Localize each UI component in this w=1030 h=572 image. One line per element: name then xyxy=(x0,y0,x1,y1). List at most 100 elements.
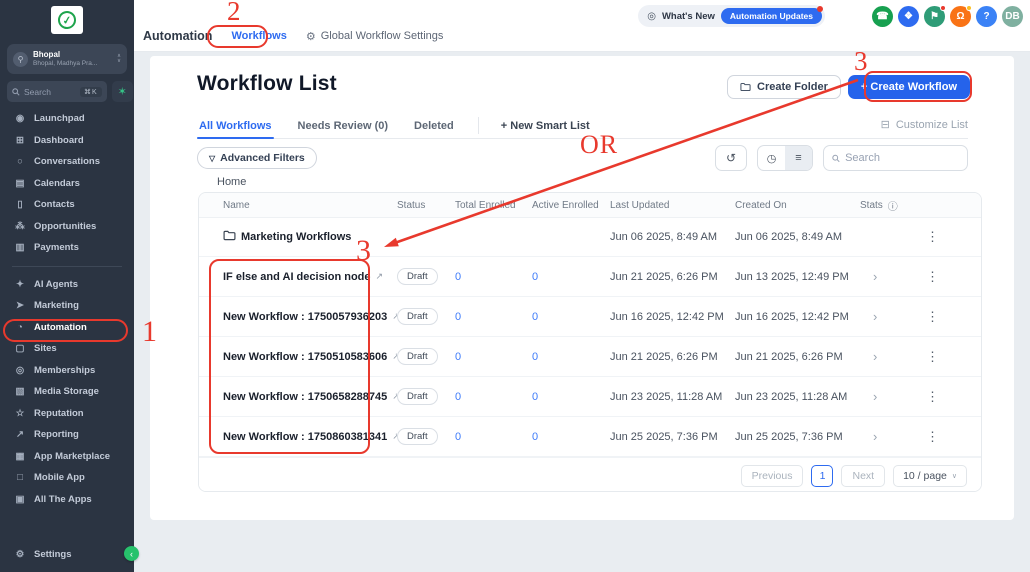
sidebar-item-contacts[interactable]: ▯Contacts xyxy=(0,194,134,216)
sparkle-plus-icon[interactable]: ✶ xyxy=(112,81,133,102)
location-detail: Bhopal, Madhya Pra... xyxy=(33,60,112,68)
active-enrolled-cell[interactable]: 0 xyxy=(532,351,610,363)
sidebar-collapse-button[interactable]: ‹ xyxy=(124,546,139,561)
automation-updates-badge[interactable]: Automation Updates xyxy=(721,8,822,24)
sidebar-item-calendars[interactable]: ▤Calendars xyxy=(0,173,134,195)
sidebar-item-marketing[interactable]: ➤Marketing xyxy=(0,295,134,317)
phone-icon-button[interactable]: ☎ xyxy=(872,6,893,27)
whats-new-pill[interactable]: ◎ What's New Automation Updates xyxy=(638,5,825,27)
total-enrolled-cell[interactable]: 0 xyxy=(455,351,532,363)
kebab-menu-icon[interactable]: ⋮ xyxy=(920,429,939,445)
sidebar-item-settings[interactable]: ⚙Settings xyxy=(0,544,134,566)
name-cell[interactable]: New Workflow : 1750057936203↗ xyxy=(199,311,397,323)
table-row[interactable]: New Workflow : 1750658288745↗Draft00Jun … xyxy=(199,377,981,417)
kebab-menu-icon[interactable]: ⋮ xyxy=(920,229,939,245)
chevron-right-icon[interactable]: › xyxy=(860,349,877,364)
kebab-menu-icon[interactable]: ⋮ xyxy=(920,269,939,285)
filter-funnel-icon: ▽ xyxy=(209,154,215,163)
customize-list-button[interactable]: ⊟ Customize List xyxy=(881,118,968,131)
sidebar-item-ai-agents[interactable]: ✦AI Agents xyxy=(0,274,134,296)
created-on-cell: Jun 13 2025, 12:49 PM xyxy=(735,271,860,283)
sidebar-item-payments[interactable]: ▥Payments xyxy=(0,237,134,259)
ai-agents-icon: ✦ xyxy=(14,279,26,290)
announcements-icon-button[interactable]: ⚑ xyxy=(924,6,945,27)
advanced-filters-button[interactable]: ▽ Advanced Filters xyxy=(197,147,317,169)
location-switcher[interactable]: ⚲ Bhopal Bhopal, Madhya Pra... ∧∨ xyxy=(7,44,127,74)
sidebar-item-launchpad[interactable]: ◉Launchpad xyxy=(0,108,134,130)
sidebar-item-all-the-apps[interactable]: ▣All The Apps xyxy=(0,489,134,511)
sidebar-item-opportunities[interactable]: ⁂Opportunities xyxy=(0,216,134,238)
tab-deleted[interactable]: Deleted xyxy=(412,113,456,138)
sidebar-item-dashboard[interactable]: ⊞Dashboard xyxy=(0,130,134,152)
sidebar-item-app-marketplace[interactable]: ▦App Marketplace xyxy=(0,446,134,468)
total-enrolled-cell[interactable]: 0 xyxy=(455,271,532,283)
row-menu-cell: ⋮ xyxy=(920,429,981,445)
sidebar-item-memberships[interactable]: ◎Memberships xyxy=(0,360,134,382)
name-cell[interactable]: New Workflow : 1750510583606↗ xyxy=(199,351,397,363)
sidebar-item-automation[interactable]: ◔Automation xyxy=(0,317,134,339)
table-search-input[interactable] xyxy=(845,152,959,164)
next-page-button[interactable]: Next xyxy=(841,465,885,487)
kebab-menu-icon[interactable]: ⋮ xyxy=(920,309,939,325)
topbar: ◎ What's New Automation Updates ☎❖⚑Ω?DB … xyxy=(134,0,1030,52)
sidebar-item-reputation[interactable]: ☆Reputation xyxy=(0,403,134,425)
previous-page-button[interactable]: Previous xyxy=(741,465,804,487)
app-logo[interactable]: ✓ xyxy=(51,6,83,34)
name-cell[interactable]: Marketing Workflows xyxy=(199,230,397,244)
column-label: Active Enrolled xyxy=(532,200,599,211)
sidebar-item-mobile-app[interactable]: □Mobile App xyxy=(0,467,134,489)
total-enrolled-cell[interactable]: 0 xyxy=(455,431,532,443)
sidebar-item-media-storage[interactable]: ▧Media Storage xyxy=(0,381,134,403)
sidebar-item-reporting[interactable]: ↗Reporting xyxy=(0,424,134,446)
connect-icon-button[interactable]: ❖ xyxy=(898,6,919,27)
page-size-select[interactable]: 10 / page ∨ xyxy=(893,465,967,487)
table-row[interactable]: New Workflow : 1750860381341↗Draft00Jun … xyxy=(199,417,981,457)
created-on-cell: Jun 06 2025, 8:49 AM xyxy=(735,231,860,243)
chevron-right-icon[interactable]: › xyxy=(860,389,877,404)
workflow-name: New Workflow : 1750860381341 xyxy=(223,431,387,443)
table-row[interactable]: New Workflow : 1750057936203↗Draft00Jun … xyxy=(199,297,981,337)
create-folder-button[interactable]: Create Folder xyxy=(727,75,841,99)
avatar[interactable]: DB xyxy=(1002,6,1023,27)
tab-needs-review-0[interactable]: Needs Review (0) xyxy=(296,113,390,138)
active-enrolled-cell[interactable]: 0 xyxy=(532,311,610,323)
created-on-cell: Jun 25 2025, 7:36 PM xyxy=(735,431,860,443)
create-workflow-button[interactable]: + Create Workflow xyxy=(848,75,970,99)
folder-row[interactable]: Marketing WorkflowsJun 06 2025, 8:49 AMJ… xyxy=(199,218,981,257)
table-header: NameStatusTotal EnrolledActive EnrolledL… xyxy=(199,193,981,218)
new-smart-list-button[interactable]: + New Smart List xyxy=(501,113,590,138)
global-workflow-settings-link[interactable]: ⚙ Global Workflow Settings xyxy=(306,30,444,43)
sidebar-search[interactable]: ⌘K xyxy=(7,81,107,102)
active-enrolled-cell[interactable]: 0 xyxy=(532,391,610,403)
tab-workflows[interactable]: Workflows xyxy=(231,30,286,42)
timeline-view-button[interactable]: ◷ xyxy=(758,146,785,170)
page-number-button[interactable]: 1 xyxy=(811,465,833,487)
active-enrolled-cell[interactable]: 0 xyxy=(532,431,610,443)
name-cell[interactable]: IF else and AI decision node↗ xyxy=(199,271,397,283)
name-cell[interactable]: New Workflow : 1750658288745↗ xyxy=(199,391,397,403)
chevron-right-icon[interactable]: › xyxy=(860,429,877,444)
active-enrolled-cell[interactable]: 0 xyxy=(532,271,610,283)
kebab-menu-icon[interactable]: ⋮ xyxy=(920,349,939,365)
table-row[interactable]: IF else and AI decision node↗Draft00Jun … xyxy=(199,257,981,297)
chevron-right-icon[interactable]: › xyxy=(860,269,877,284)
tab-all-workflows[interactable]: All Workflows xyxy=(197,113,274,138)
history-button[interactable]: ↺ xyxy=(715,145,747,171)
total-enrolled-cell[interactable]: 0 xyxy=(455,311,532,323)
help-icon-button[interactable]: ? xyxy=(976,6,997,27)
table-row[interactable]: New Workflow : 1750510583606↗Draft00Jun … xyxy=(199,337,981,377)
total-enrolled-cell[interactable]: 0 xyxy=(455,391,532,403)
kebab-menu-icon[interactable]: ⋮ xyxy=(920,389,939,405)
list-view-button[interactable]: ≡ xyxy=(785,146,812,170)
workflow-table: NameStatusTotal EnrolledActive EnrolledL… xyxy=(198,192,982,492)
sidebar-item-conversations[interactable]: ○Conversations xyxy=(0,151,134,173)
marketing-icon: ➤ xyxy=(14,300,26,311)
chevron-right-icon[interactable]: › xyxy=(860,309,877,324)
sidebar-item-sites[interactable]: ▢Sites xyxy=(0,338,134,360)
sidebar-search-input[interactable] xyxy=(24,87,76,97)
table-search[interactable] xyxy=(823,145,968,171)
notifications-icon-button[interactable]: Ω xyxy=(950,6,971,27)
breadcrumb[interactable]: Home xyxy=(217,176,246,188)
mobile-app-icon: □ xyxy=(14,472,26,483)
name-cell[interactable]: New Workflow : 1750860381341↗ xyxy=(199,431,397,443)
